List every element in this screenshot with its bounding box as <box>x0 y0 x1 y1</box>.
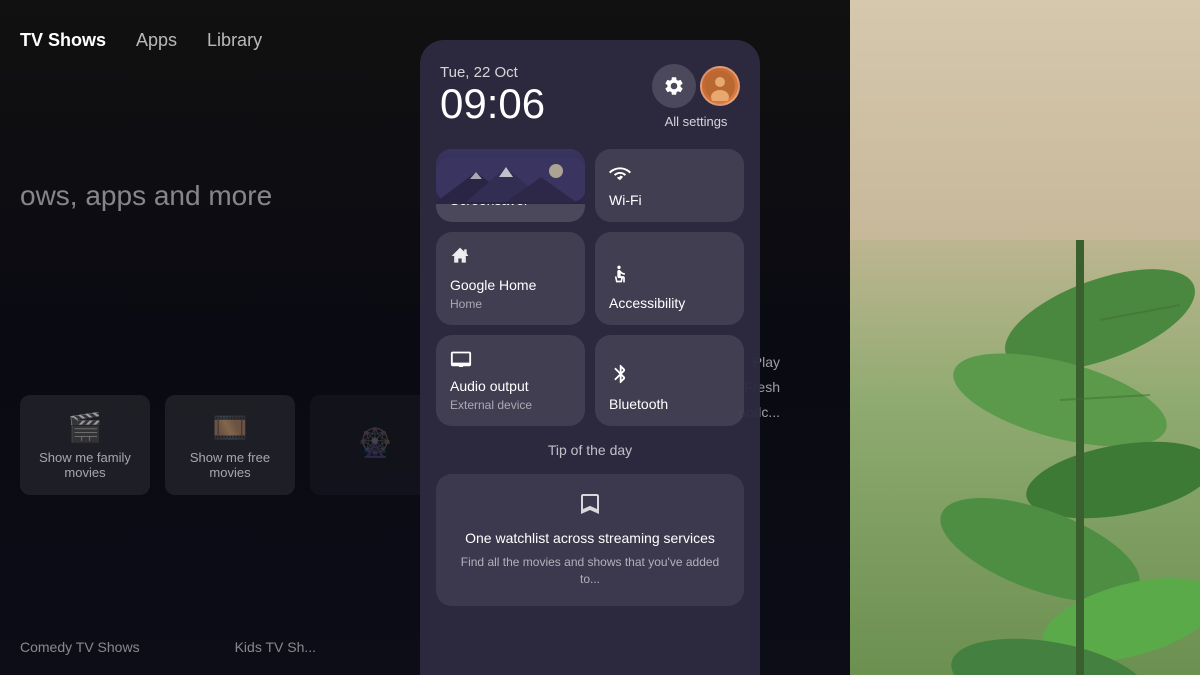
tile-accessibility[interactable]: Accessibility <box>595 232 744 325</box>
bottom-section: Comedy TV Shows Kids TV Sh... <box>0 639 336 655</box>
kids-label: Kids TV Sh... <box>235 639 316 655</box>
audio-output-icon <box>450 349 571 372</box>
family-movies-label: Show me family movies <box>28 450 142 480</box>
qs-icons-row <box>652 64 740 108</box>
bluetooth-icon <box>609 363 730 390</box>
qs-header-right: All settings <box>652 64 740 129</box>
gear-icon <box>663 75 685 97</box>
wifi-icon <box>609 163 730 186</box>
tile-google-home-label: Google Home <box>450 277 571 293</box>
bookmark-symbol-icon <box>580 492 600 516</box>
tip-title: One watchlist across streaming services <box>465 530 715 546</box>
qs-time: 09:06 <box>440 81 545 127</box>
nav-item-library[interactable]: Library <box>207 30 262 51</box>
qs-datetime: Tue, 22 Oct 09:06 <box>440 64 545 127</box>
tip-of-day-header: Tip of the day <box>436 438 744 462</box>
tip-of-day-card: One watchlist across streaming services … <box>436 474 744 606</box>
quick-settings-panel: Tue, 22 Oct 09:06 All settings <box>420 40 760 675</box>
user-avatar[interactable] <box>700 66 740 106</box>
qs-tiles-grid: Screensaver Wi-Fi Google Home Home <box>436 149 744 426</box>
settings-icon-button[interactable] <box>652 64 696 108</box>
all-settings-label[interactable]: All settings <box>665 114 728 129</box>
qs-header: Tue, 22 Oct 09:06 All settings <box>436 60 744 137</box>
family-movies-icon: 🎬 <box>68 411 103 444</box>
tile-google-home-sublabel: Home <box>450 297 571 311</box>
tile-audio-output[interactable]: Audio output External device <box>436 335 585 426</box>
bg-card-family: 🎬 Show me family movies <box>20 395 150 495</box>
reel-icon: 🎡 <box>358 426 393 459</box>
tile-accessibility-label: Accessibility <box>609 295 730 311</box>
comedy-label: Comedy TV Shows <box>20 639 140 655</box>
tile-wifi-label: Wi-Fi <box>609 192 730 208</box>
monitor-icon <box>450 349 472 367</box>
wall-bg <box>850 0 1200 240</box>
tile-audio-output-label: Audio output <box>450 378 571 394</box>
tile-google-home[interactable]: Google Home Home <box>436 232 585 325</box>
plant-area <box>850 0 1200 675</box>
background-text: ows, apps and more <box>20 180 272 212</box>
home-icon <box>450 246 571 271</box>
plant-svg <box>880 200 1200 675</box>
qs-date: Tue, 22 Oct <box>440 64 545 81</box>
tile-bluetooth-label: Bluetooth <box>609 396 730 412</box>
nav-item-apps[interactable]: Apps <box>136 30 177 51</box>
background-cards: 🎬 Show me family movies 🎞️ Show me free … <box>0 395 460 495</box>
bluetooth-symbol-icon <box>609 363 625 385</box>
screensaver-bg <box>436 149 585 204</box>
tile-bluetooth[interactable]: Bluetooth <box>595 335 744 426</box>
accessibility-figure-icon <box>609 264 629 284</box>
google-home-icon <box>450 246 470 266</box>
free-movies-icon: 🎞️ <box>213 411 248 444</box>
accessibility-icon <box>609 264 730 289</box>
avatar-image <box>705 71 735 101</box>
tip-description: Find all the movies and shows that you'v… <box>452 554 728 588</box>
nav-item-tv-shows[interactable]: TV Shows <box>20 30 106 51</box>
wifi-signal-icon <box>609 163 631 181</box>
screensaver-mountains-icon <box>436 157 585 202</box>
tile-screensaver[interactable]: Screensaver <box>436 149 585 222</box>
bg-card-free-movies: 🎞️ Show me free movies <box>165 395 295 495</box>
bookmark-icon <box>580 492 600 522</box>
free-movies-label: Show me free movies <box>173 450 287 480</box>
tile-audio-output-sublabel: External device <box>450 398 571 412</box>
tile-wifi[interactable]: Wi-Fi <box>595 149 744 222</box>
